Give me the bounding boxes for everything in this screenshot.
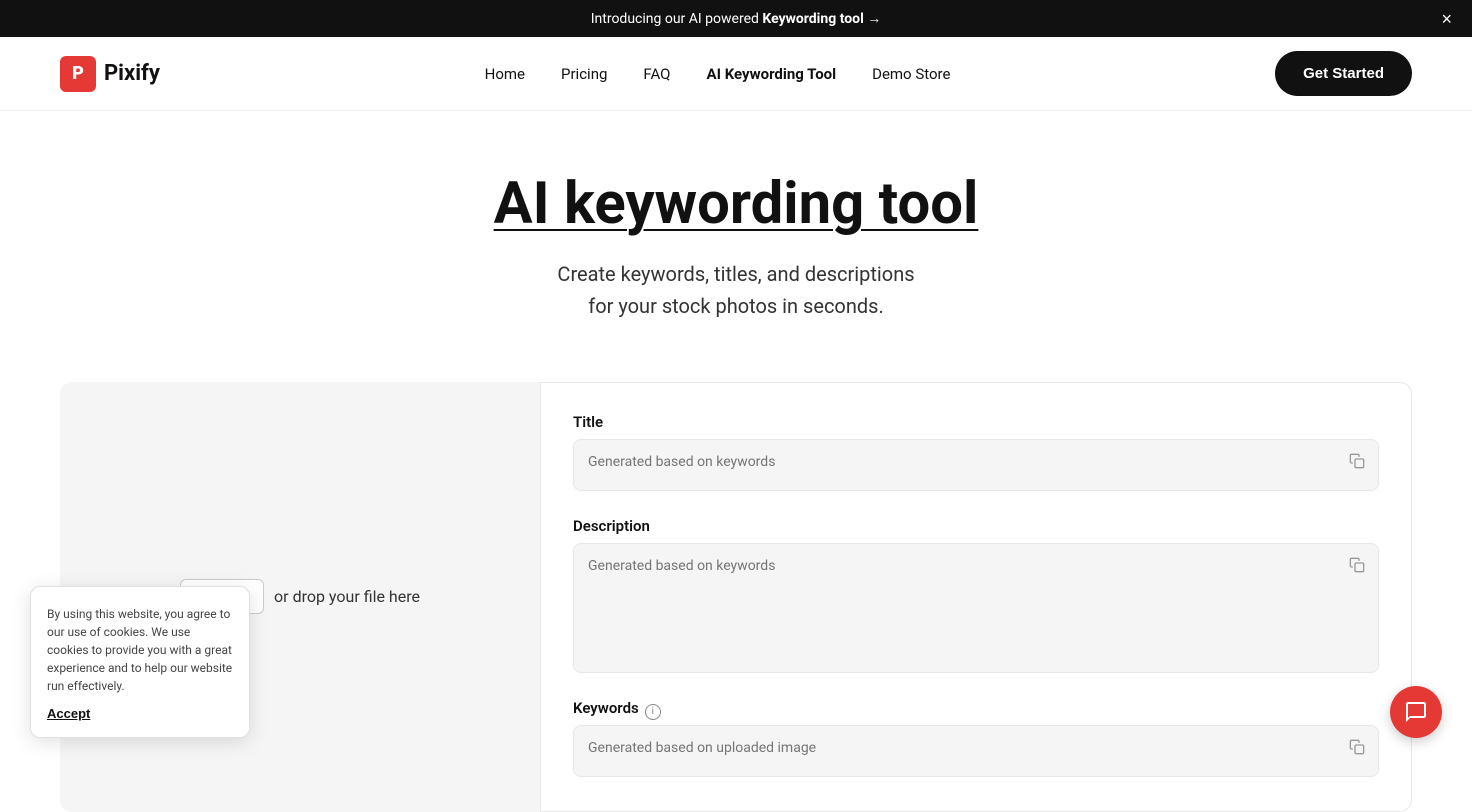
chat-button[interactable]	[1390, 686, 1442, 738]
get-started-button[interactable]: Get Started	[1275, 51, 1412, 96]
keywords-copy-button[interactable]	[1347, 737, 1367, 762]
nav-item-ai-keywording[interactable]: AI Keywording Tool	[707, 65, 837, 83]
announcement-bar: Introducing our AI powered Keywording to…	[0, 0, 1472, 37]
chat-icon	[1404, 700, 1428, 724]
hero-title: AI keywording tool	[20, 171, 1452, 238]
description-wrapper	[573, 543, 1379, 677]
keywords-input[interactable]	[573, 725, 1379, 777]
logo-name: Pixify	[104, 61, 160, 86]
nav-item-pricing[interactable]: Pricing	[561, 65, 607, 83]
drop-text: or drop your file here	[274, 587, 420, 606]
announcement-text: Introducing our AI powered Keywording to…	[591, 11, 882, 27]
keywords-wrapper	[573, 725, 1379, 781]
nav-links: Home Pricing FAQ AI Keywording Tool Demo…	[485, 64, 951, 83]
title-label: Title	[573, 413, 1379, 431]
title-field-group: Title	[573, 413, 1379, 495]
main-nav: P Pixify Home Pricing FAQ AI Keywording …	[0, 37, 1472, 111]
description-copy-button[interactable]	[1347, 555, 1367, 580]
nav-item-faq[interactable]: FAQ	[643, 65, 670, 83]
title-copy-button[interactable]	[1347, 451, 1367, 476]
logo-icon: P	[60, 56, 96, 92]
description-label: Description	[573, 517, 1379, 535]
keywords-label: Keywords	[573, 699, 639, 717]
announcement-close-button[interactable]: ×	[1441, 10, 1452, 28]
results-panel: Title Description	[540, 382, 1412, 812]
description-field-group: Description	[573, 517, 1379, 677]
announcement-link[interactable]: Keywording tool →	[762, 11, 881, 27]
tool-area: Browse or drop your file here Title Desc…	[60, 382, 1412, 812]
cookie-text: By using this website, you agree to our …	[47, 605, 233, 695]
nav-item-demo-store[interactable]: Demo Store	[872, 65, 950, 83]
cookie-banner: By using this website, you agree to our …	[30, 586, 250, 738]
keywords-info-icon[interactable]: i	[645, 704, 661, 720]
cookie-accept-button[interactable]: Accept	[47, 706, 90, 721]
description-input[interactable]	[573, 543, 1379, 673]
logo[interactable]: P Pixify	[60, 56, 160, 92]
keywords-field-group: Keywords i	[573, 699, 1379, 781]
hero-subtitle: Create keywords, titles, and description…	[20, 258, 1452, 322]
nav-item-home[interactable]: Home	[485, 65, 525, 83]
hero-section: AI keywording tool Create keywords, titl…	[0, 111, 1472, 362]
keywords-label-row: Keywords i	[573, 699, 1379, 725]
title-wrapper	[573, 439, 1379, 495]
nav-right: Get Started	[1275, 51, 1412, 96]
title-input[interactable]	[573, 439, 1379, 491]
